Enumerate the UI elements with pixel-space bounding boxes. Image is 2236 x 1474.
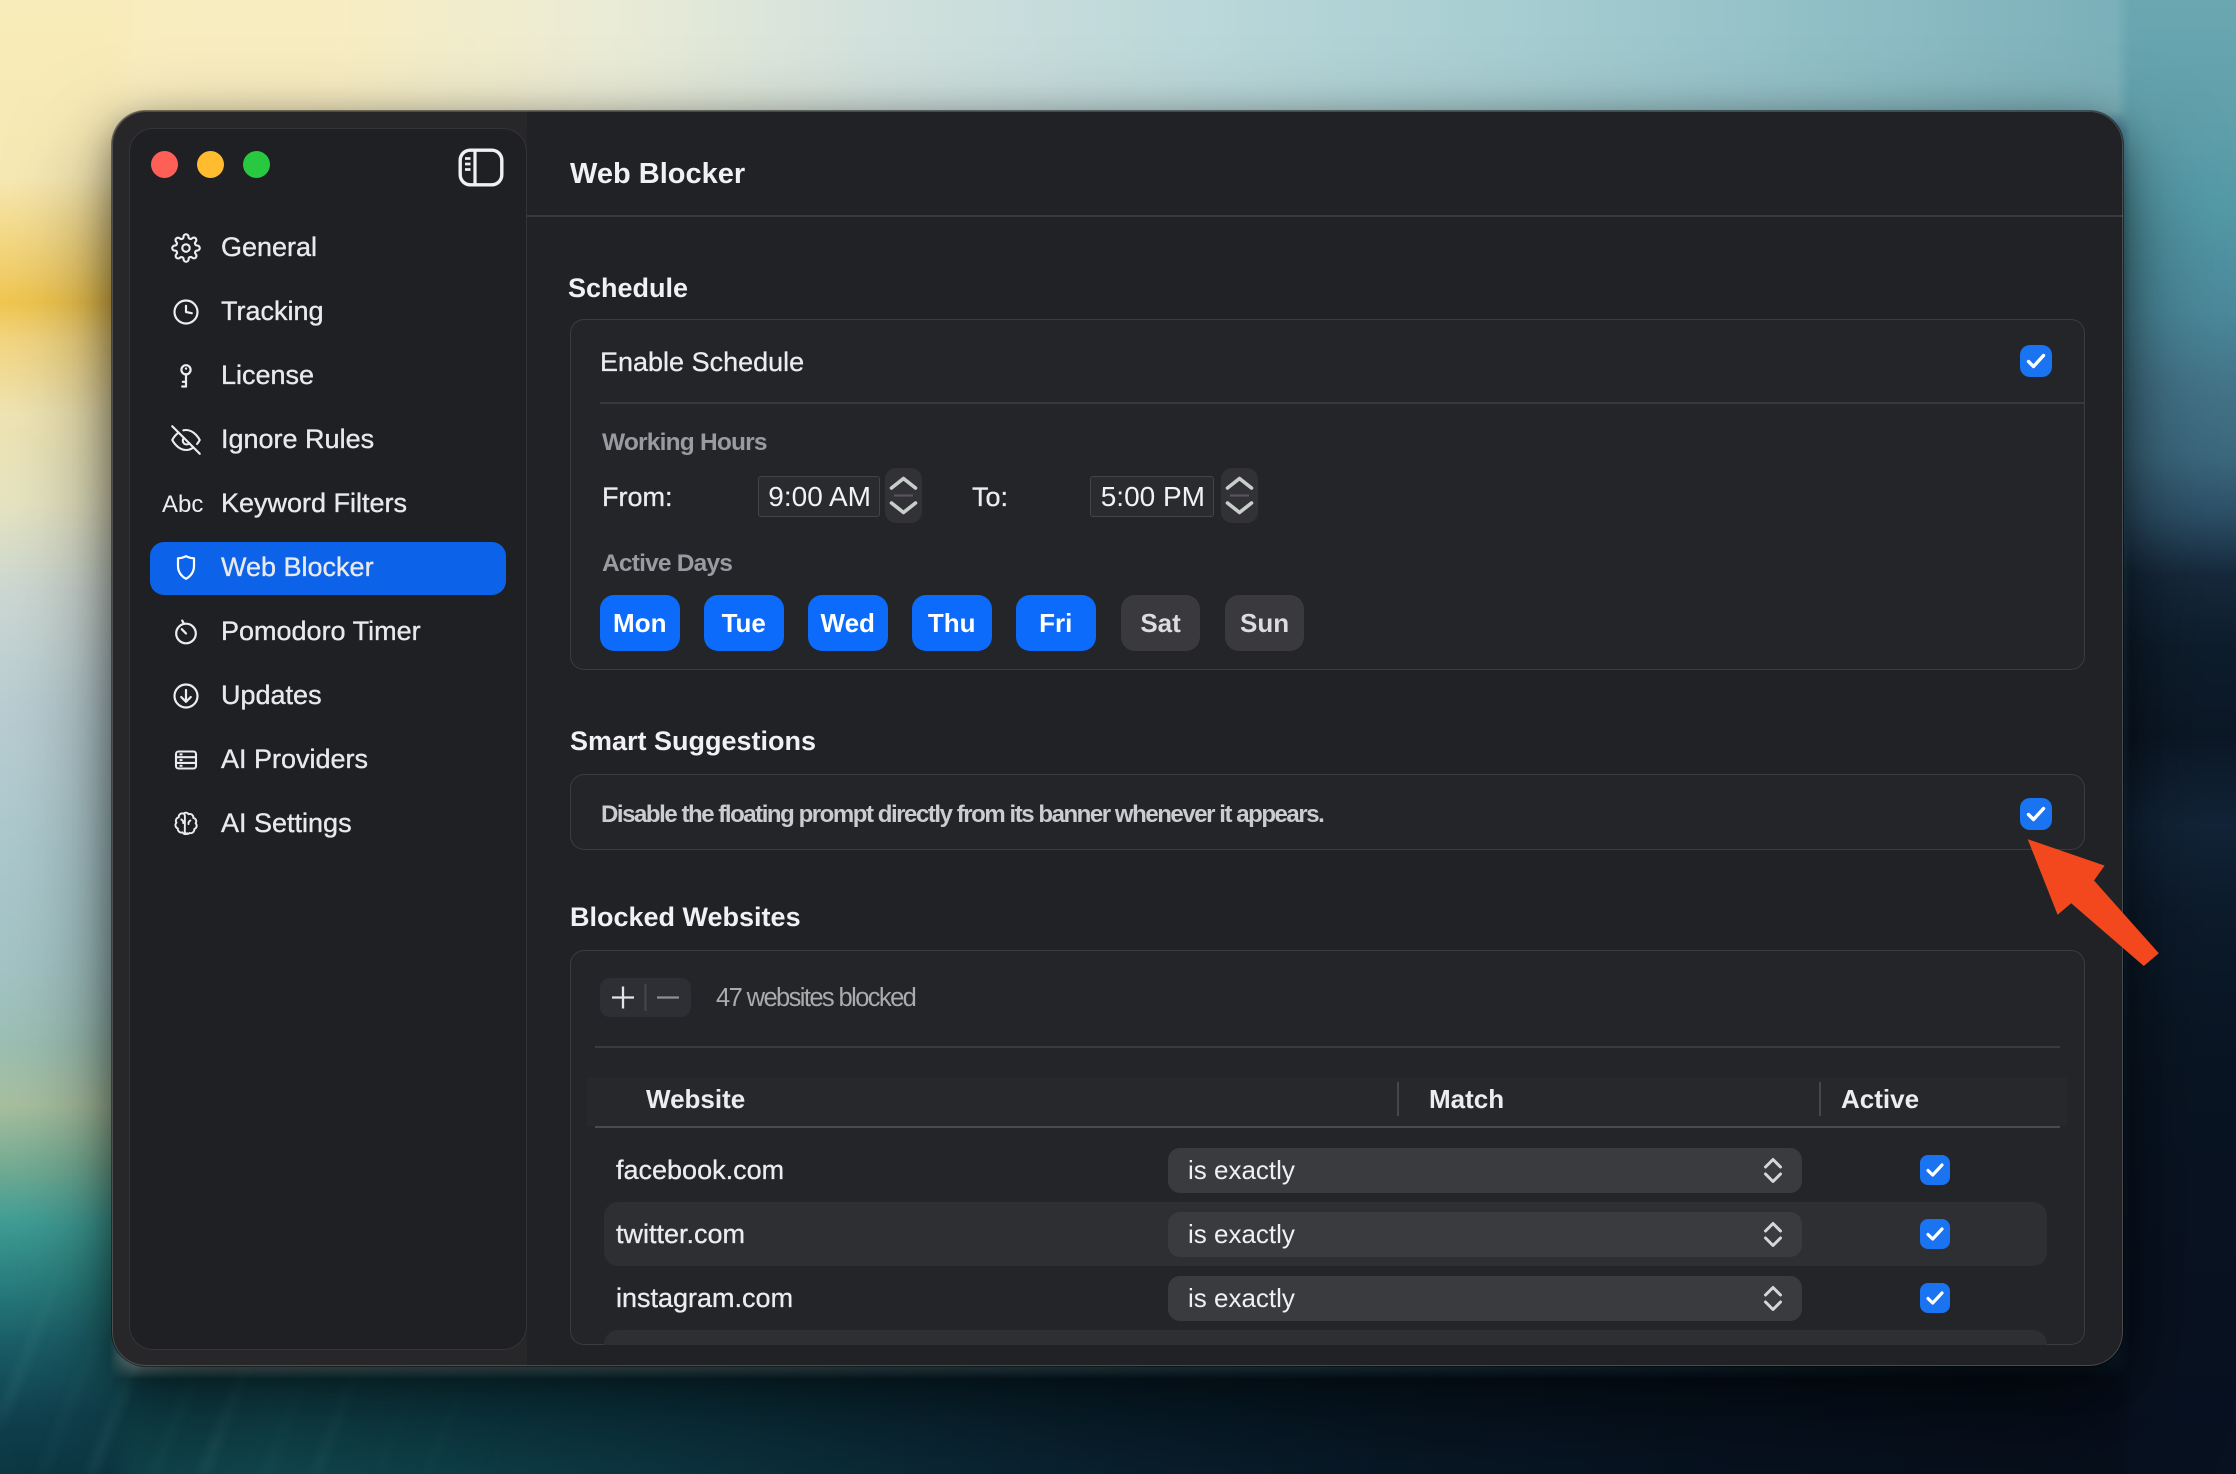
- svg-text:Abc: Abc: [162, 491, 203, 518]
